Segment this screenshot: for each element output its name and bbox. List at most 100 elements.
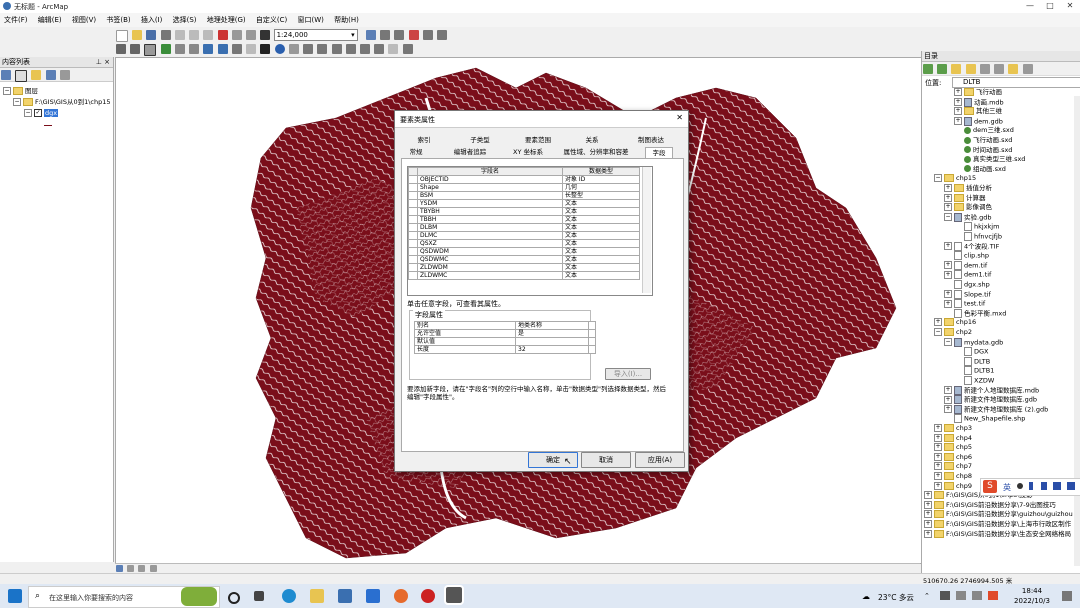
property-value-cell[interactable] [515, 337, 589, 346]
connect-folder-icon[interactable] [979, 64, 990, 74]
pan-icon[interactable] [144, 44, 157, 56]
expand-icon[interactable]: + [934, 443, 942, 452]
col-header-field-name[interactable]: 字段名 [417, 167, 563, 176]
zoom-in-icon[interactable] [116, 44, 126, 54]
undo-icon[interactable] [231, 30, 242, 40]
fixed-zoom-in-icon[interactable] [174, 44, 185, 54]
fixed-zoom-out-icon[interactable] [189, 44, 200, 54]
expand-icon[interactable]: + [944, 299, 952, 308]
field-name-cell[interactable]: Shape [417, 183, 563, 192]
catalog-item[interactable]: + 计算器 [944, 193, 986, 203]
catalog-item[interactable]: + 新建个人地理数据库.mdb [944, 385, 1039, 395]
tray-chevron-icon[interactable]: ⌃ [924, 592, 930, 600]
list-by-drawing-order-icon[interactable] [1, 70, 11, 80]
data-type-cell[interactable]: 文本 [562, 239, 640, 248]
zoom-out-icon[interactable] [130, 44, 141, 54]
menu-edit[interactable]: 编辑(E) [34, 13, 66, 27]
select-elements-icon[interactable] [260, 44, 271, 54]
field-name-cell[interactable]: ZLDWDM [417, 263, 563, 272]
data-type-cell[interactable]: 文本 [562, 255, 640, 264]
row-selector[interactable] [408, 263, 418, 272]
mail-icon[interactable] [366, 589, 380, 603]
expand-icon[interactable]: + [924, 500, 932, 509]
row-selector[interactable] [408, 215, 418, 224]
catalog-item[interactable]: DGX [954, 347, 989, 357]
catalog-item[interactable]: + chp6 [934, 452, 972, 462]
expand-icon[interactable]: + [934, 462, 942, 471]
field-name-cell[interactable]: ZLDWMC [417, 271, 563, 280]
catalog-item[interactable]: hkjxkjm [954, 222, 999, 232]
catalog-item[interactable]: 色彩平衡.mxd [944, 308, 1006, 318]
collapse-icon[interactable]: − [934, 328, 942, 336]
catalog-item[interactable]: + dem.gdb [954, 116, 1003, 126]
field-name-cell[interactable]: BSM [417, 191, 563, 200]
data-type-cell[interactable]: 文本 [562, 263, 640, 272]
ime-tray-icon[interactable] [988, 591, 998, 600]
notification-icon[interactable] [1062, 591, 1072, 601]
expand-icon[interactable]: + [944, 184, 952, 192]
find-route-icon[interactable] [345, 44, 356, 54]
expand-icon[interactable]: + [944, 203, 952, 212]
field-name-cell[interactable]: TBBH [417, 215, 563, 224]
ime-language[interactable]: 英 [1003, 482, 1011, 493]
expand-icon[interactable]: + [954, 117, 962, 126]
data-type-cell[interactable]: 文本 [562, 215, 640, 224]
catalog-item[interactable]: 时间动画.sxd [954, 146, 1012, 155]
expand-icon[interactable]: + [934, 433, 942, 442]
table-row[interactable]: BSM 长整型 [408, 191, 640, 200]
data-type-cell[interactable]: 文本 [562, 231, 640, 240]
menu-file[interactable]: 文件(F) [0, 13, 32, 27]
catalog-window-icon[interactable] [394, 30, 405, 40]
catalog-item[interactable]: + chp16 [934, 318, 976, 327]
expand-icon[interactable]: + [944, 270, 952, 279]
catalog-item[interactable]: + chp4 [934, 433, 972, 443]
field-name-cell[interactable]: DLMC [417, 231, 563, 240]
catalog-item[interactable]: hfnvcjfjb [954, 232, 1002, 241]
catalog-item[interactable]: − chp2 [934, 328, 972, 337]
layer-name[interactable]: dgx [44, 109, 59, 117]
hyperlink-icon[interactable] [288, 44, 299, 54]
expand-icon[interactable]: + [954, 98, 962, 107]
catalog-item[interactable]: + test.tif [944, 299, 985, 309]
catalog-item[interactable]: New_Shapefile.shp [944, 414, 1025, 424]
expand-icon[interactable]: + [924, 520, 932, 528]
tab-relationships[interactable]: 关系 [567, 135, 617, 145]
catalog-item[interactable]: + chp5 [934, 443, 972, 452]
edge-browser-icon[interactable] [282, 589, 296, 603]
data-view-icon[interactable] [116, 565, 123, 572]
up-folder-icon[interactable] [951, 64, 962, 74]
chevron-down-icon[interactable]: ▾ [351, 30, 355, 40]
print-icon[interactable] [160, 30, 171, 40]
layout-view-icon[interactable] [127, 565, 135, 572]
menu-insert[interactable]: 插入(I) [137, 13, 167, 27]
catalog-item[interactable]: +4个波段.TIF [944, 241, 999, 251]
catalog-item[interactable]: + 飞行动画 [954, 88, 1002, 97]
collapse-icon[interactable]: − [944, 338, 952, 347]
back-arrow-icon[interactable] [923, 64, 933, 74]
data-type-cell[interactable]: 文本 [562, 247, 640, 256]
new-document-icon[interactable] [116, 30, 128, 42]
field-name-cell[interactable]: QSXZ [417, 239, 563, 248]
python-icon[interactable] [436, 30, 447, 40]
catalog-item[interactable]: + F:\GIS\GIS前沿数据分享\7-9出图技巧 [924, 500, 1056, 510]
row-selector[interactable] [408, 199, 418, 208]
find-icon[interactable] [331, 44, 342, 54]
expand-icon[interactable]: + [944, 261, 952, 270]
toc-pin-close[interactable]: ⊥ × [96, 57, 110, 67]
tab-domains-resolution[interactable]: 属性域、分辨率和容差 [555, 147, 637, 157]
catalog-item[interactable]: + dem1.tif [944, 270, 991, 280]
firefox-icon[interactable] [394, 589, 408, 603]
table-row[interactable]: 别名 地类名称 [414, 321, 596, 330]
microphone-icon[interactable] [1029, 482, 1033, 490]
tab-xy-coordinate-system[interactable]: XY 坐标系 [505, 147, 551, 157]
ime-skin-icon[interactable] [1053, 482, 1061, 490]
minimize-button[interactable]: — [1020, 1, 1040, 11]
expand-icon[interactable]: + [924, 529, 932, 538]
catalog-item[interactable]: + 影像调色 [944, 203, 992, 212]
catalog-item[interactable]: 飞行动画.sxd [954, 136, 1012, 145]
map-scrollbar-horizontal[interactable] [115, 563, 920, 573]
ime-menu-icon[interactable] [1067, 482, 1075, 490]
expand-icon[interactable]: + [944, 242, 952, 251]
pause-drawing-icon[interactable] [149, 565, 157, 572]
data-type-cell[interactable]: 文本 [562, 199, 640, 208]
